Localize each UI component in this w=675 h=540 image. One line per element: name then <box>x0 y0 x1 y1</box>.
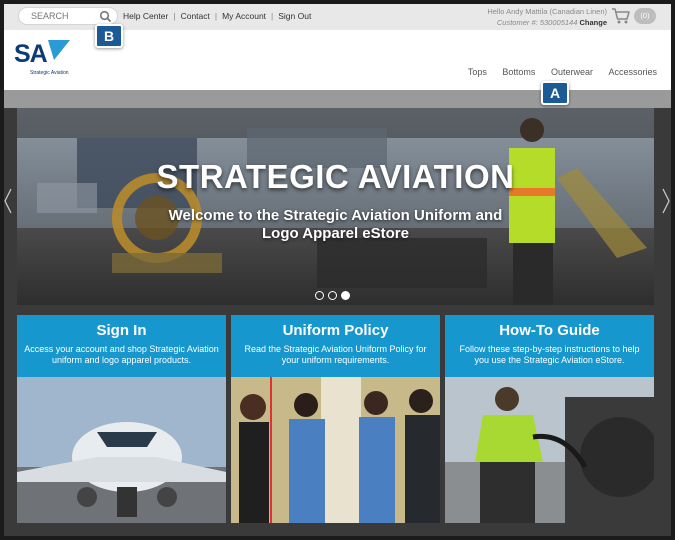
user-info: Hello Andy Mattila (Canadian Linen) Cust… <box>487 6 607 28</box>
slide-indicators <box>315 287 354 305</box>
my-account-link[interactable]: My Account <box>222 11 266 21</box>
slide-dot-1[interactable] <box>315 291 324 300</box>
cart-icon[interactable] <box>611 7 631 25</box>
main-nav: Tops Bottoms Outerwear Accessories <box>455 67 657 77</box>
sign-out-link[interactable]: Sign Out <box>278 11 311 21</box>
search-icon[interactable] <box>99 10 112 23</box>
annotation-badge-a: A <box>541 81 569 105</box>
card-text: Read the Strategic Aviation Uniform Poli… <box>244 344 427 365</box>
how-to-guide-card[interactable]: How-To Guide Follow these step-by-step i… <box>445 315 654 523</box>
card-title: Sign In <box>96 322 147 339</box>
slide-dot-2[interactable] <box>328 291 337 300</box>
nav-tops[interactable]: Tops <box>468 67 487 77</box>
help-center-link[interactable]: Help Center <box>123 11 168 21</box>
customer-number: 530005144 <box>539 18 578 27</box>
uniform-policy-card[interactable]: Uniform Policy Read the Strategic Aviati… <box>231 315 440 523</box>
logo-subtitle: Strategic Aviation <box>30 70 69 76</box>
annotation-badge-b: B <box>95 24 123 48</box>
airplane-photo <box>17 377 226 523</box>
carousel-next-icon[interactable] <box>661 188 671 214</box>
card-title: How-To Guide <box>499 322 600 339</box>
nav-outerwear[interactable]: Outerwear <box>551 67 593 77</box>
slide-dot-3[interactable] <box>341 291 350 300</box>
user-greeting: Hello Andy Mattila (Canadian Linen) <box>487 7 607 16</box>
logo-mark: SA <box>14 40 48 68</box>
card-text: Access your account and shop Strategic A… <box>24 344 219 365</box>
card-title: Uniform Policy <box>282 322 389 339</box>
card-text: Follow these step-by-step instructions t… <box>459 344 640 365</box>
customer-line: Customer #: 530005144 Change <box>487 17 607 28</box>
logo-wing-icon <box>48 40 70 60</box>
contact-link[interactable]: Contact <box>181 11 210 21</box>
staff-group-photo <box>231 377 440 523</box>
top-links: Help Center | Contact | My Account | Sign Out <box>123 11 312 21</box>
nav-accessories[interactable]: Accessories <box>608 67 657 77</box>
carousel-prev-icon[interactable] <box>3 188 13 214</box>
change-customer-link[interactable]: Change <box>579 18 607 27</box>
hero-title: STRATEGIC AVIATION <box>156 158 515 195</box>
header-divider-strip <box>4 90 671 108</box>
cart-count-badge[interactable]: (0) <box>634 8 656 24</box>
hero-subtitle: Welcome to the Strategic Aviation Unifor… <box>168 207 503 242</box>
fueling-worker-photo <box>445 377 654 523</box>
search-box[interactable] <box>18 7 118 25</box>
nav-bottoms[interactable]: Bottoms <box>502 67 535 77</box>
sign-in-card[interactable]: Sign In Access your account and shop Str… <box>17 315 226 523</box>
search-input[interactable] <box>19 8 95 24</box>
hero-banner[interactable]: STRATEGIC AVIATION Welcome to the Strate… <box>17 108 654 305</box>
strategic-aviation-logo[interactable]: SA Strategic Aviation <box>14 38 74 80</box>
customer-label: Customer #: <box>496 18 538 27</box>
